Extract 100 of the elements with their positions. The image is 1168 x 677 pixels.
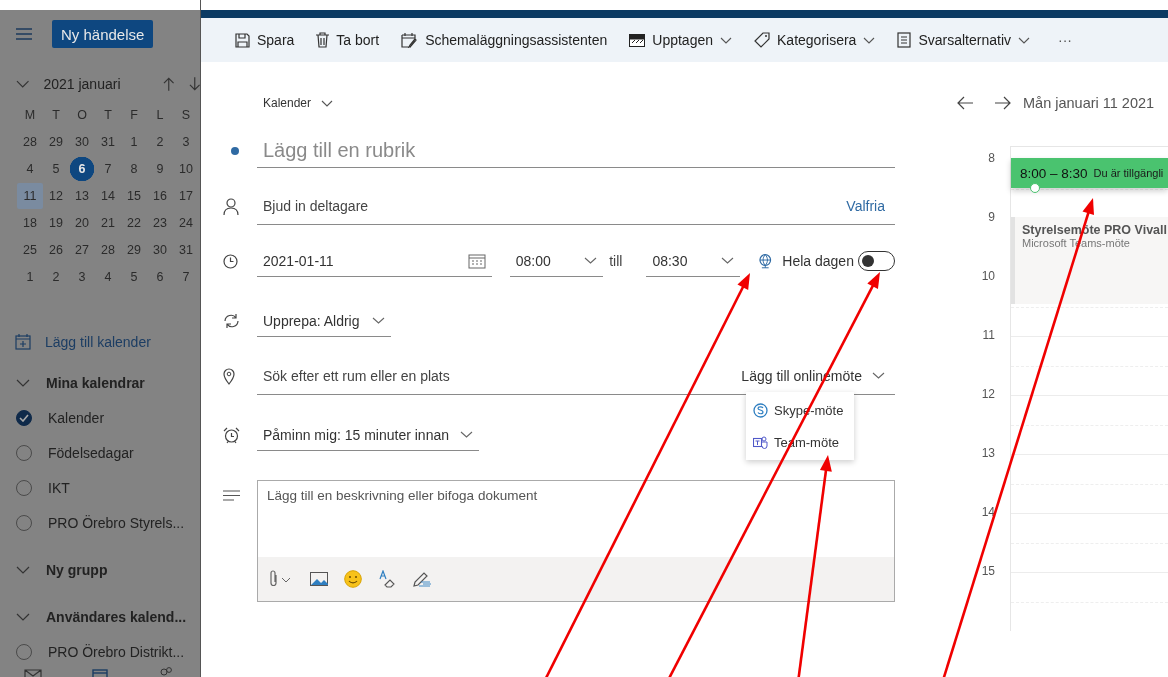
toolbar-button[interactable]: Ta bort xyxy=(316,32,380,48)
add-calendar-link[interactable]: Lägg till kalender xyxy=(45,333,151,350)
calendar-day[interactable]: 22 xyxy=(121,209,147,236)
calendar-day[interactable]: 28 xyxy=(95,236,121,263)
mail-icon[interactable] xyxy=(24,669,42,677)
group-title[interactable]: Ny grupp xyxy=(46,561,108,578)
calendar-name[interactable]: IKT xyxy=(48,479,70,496)
weekday-label: S xyxy=(180,107,192,125)
pen-icon[interactable] xyxy=(412,570,432,588)
group-title[interactable]: Mina kalendrar xyxy=(46,374,145,391)
toolbar-button[interactable]: Upptagen xyxy=(629,32,732,48)
calendar-day[interactable]: 18 xyxy=(17,209,43,236)
calendar-icon[interactable] xyxy=(92,669,108,677)
toolbar-button[interactable]: Kategorisera xyxy=(754,32,876,48)
more-button[interactable]: ··· xyxy=(1058,32,1072,48)
calendar-day[interactable]: 6 xyxy=(147,263,173,290)
calendar-day[interactable]: 16 xyxy=(147,182,173,209)
calendar-day[interactable]: 29 xyxy=(43,128,69,155)
calendar-day[interactable]: 30 xyxy=(69,128,95,155)
start-time-dropdown[interactable]: 08:00 xyxy=(509,245,604,277)
checkmark-icon xyxy=(19,413,29,422)
calendar-dropdown[interactable]: Kalender xyxy=(263,96,334,110)
calendar-day[interactable]: 29 xyxy=(121,236,147,263)
calendar-day[interactable]: 31 xyxy=(173,236,199,263)
calendar-name[interactable]: Födelsedagar xyxy=(48,444,134,461)
chevron-icon[interactable] xyxy=(16,612,30,621)
calendar-day[interactable]: 2 xyxy=(43,263,69,290)
reminder-dropdown[interactable]: Påminn mig: 15 minuter innan xyxy=(257,419,479,451)
calendar-day[interactable]: 24 xyxy=(173,209,199,236)
calendar-day[interactable]: 27 xyxy=(69,236,95,263)
calendar-day[interactable]: 23 xyxy=(147,209,173,236)
chevron-icon[interactable] xyxy=(16,565,30,574)
menu-icon[interactable] xyxy=(16,28,32,40)
calendar-day[interactable]: 26 xyxy=(43,236,69,263)
people-icon[interactable] xyxy=(158,667,174,677)
calendar-icon[interactable] xyxy=(467,252,486,269)
calendar-day[interactable]: 9 xyxy=(147,155,173,182)
chevron-icon xyxy=(1018,36,1030,44)
calendar-day[interactable]: 31 xyxy=(95,128,121,155)
calendar-day[interactable]: 6 xyxy=(69,155,95,182)
calendar-name[interactable]: Kalender xyxy=(48,409,105,426)
location-pin-icon xyxy=(223,367,235,385)
skype-icon xyxy=(753,402,768,418)
calendar-day[interactable]: 7 xyxy=(95,155,121,182)
chevron-icon xyxy=(460,431,473,438)
down-arrow-icon[interactable] xyxy=(188,77,200,92)
image-icon[interactable] xyxy=(310,572,328,586)
back-arrow-icon[interactable] xyxy=(957,96,973,110)
emoji-icon[interactable] xyxy=(344,570,362,588)
hour-label: 12 xyxy=(980,387,995,401)
calendar-day[interactable]: 10 xyxy=(173,155,199,182)
calendar-name[interactable]: PRO Örebro Distrikt... xyxy=(48,643,185,660)
calendar-checkbox[interactable] xyxy=(16,409,32,426)
chevron-icon xyxy=(321,99,334,107)
repeat-dropdown[interactable]: Upprepa: Aldrig xyxy=(257,305,391,337)
group-title[interactable]: Användares kalend... xyxy=(46,608,187,625)
calendar-day[interactable]: 20 xyxy=(69,209,95,236)
format-eraser-icon[interactable] xyxy=(378,570,396,588)
calendar-day[interactable]: 4 xyxy=(17,155,43,182)
calendar-day[interactable]: 4 xyxy=(95,263,121,290)
calendar-day[interactable]: 19 xyxy=(43,209,69,236)
calendar-day[interactable]: 13 xyxy=(69,182,95,209)
date-field[interactable]: 2021-01-11 xyxy=(257,245,492,277)
chevron-icon[interactable] xyxy=(16,378,30,387)
calendar-day[interactable]: 15 xyxy=(121,182,147,209)
new-event-block[interactable]: 8:00 – 8:30 Du är tillgängli xyxy=(1011,158,1168,188)
calendar-day[interactable]: 8 xyxy=(121,155,147,182)
title-field[interactable]: Lägg till en rubrik xyxy=(257,134,895,168)
end-time-dropdown[interactable]: 08:30 xyxy=(646,245,740,277)
calendar-day[interactable]: 28 xyxy=(17,128,43,155)
calendar-day[interactable]: 11 xyxy=(17,182,43,209)
calendar-day[interactable]: 21 xyxy=(95,209,121,236)
calendar-day[interactable]: 17 xyxy=(173,182,199,209)
optional-attendees-link[interactable]: Valfria xyxy=(846,197,885,214)
new-event-button[interactable]: Ny händelse xyxy=(52,20,154,48)
forward-arrow-icon[interactable] xyxy=(995,96,1011,110)
toolbar-button[interactable]: Spara xyxy=(235,32,295,48)
resize-handle[interactable] xyxy=(1030,183,1040,193)
toolbar-button[interactable]: Svarsalternativ xyxy=(897,32,1030,48)
chevron-icon xyxy=(720,36,732,44)
calendar-day[interactable]: 14 xyxy=(95,182,121,209)
calendar-day[interactable]: 1 xyxy=(121,128,147,155)
calendar-day[interactable]: 7 xyxy=(173,263,199,290)
calendar-day[interactable]: 3 xyxy=(69,263,95,290)
calendar-day[interactable]: 2 xyxy=(147,128,173,155)
calendar-day[interactable]: 25 xyxy=(17,236,43,263)
chevron-icon[interactable] xyxy=(16,80,30,89)
calendar-day[interactable]: 30 xyxy=(147,236,173,263)
calendar-name[interactable]: PRO Örebro Styrels... xyxy=(48,514,185,531)
attendees-field[interactable]: Bjud in deltagare xyxy=(263,197,847,214)
globe-icon[interactable] xyxy=(757,253,773,269)
calendar-day[interactable]: 3 xyxy=(173,128,199,155)
up-arrow-icon[interactable] xyxy=(163,77,175,92)
calendar-day[interactable]: 5 xyxy=(121,263,147,290)
calendar-day[interactable]: 12 xyxy=(43,182,69,209)
location-field[interactable]: Sök efter ett rum eller en plats xyxy=(263,367,742,384)
calendar-day[interactable]: 1 xyxy=(17,263,43,290)
calendar-day[interactable]: 5 xyxy=(43,155,69,182)
toolbar-button[interactable]: Schemaläggningsassistenten xyxy=(401,32,608,48)
description-field[interactable]: Lägg till en beskrivning eller bifoga dokument xyxy=(257,480,895,557)
